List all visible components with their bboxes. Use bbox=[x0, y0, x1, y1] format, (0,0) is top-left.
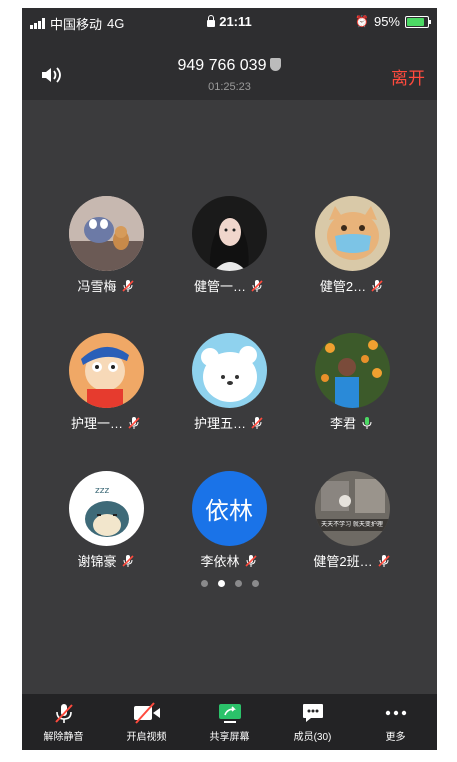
phone-screen: 中国移动 4G 21:11 ⏰ 95% 949 766 039 01:25:23… bbox=[22, 8, 437, 750]
page-dot[interactable] bbox=[200, 580, 208, 587]
members-chat-icon bbox=[302, 704, 323, 722]
muted-mic-icon bbox=[251, 279, 263, 292]
participant-tile[interactable]: 护理一… bbox=[46, 333, 166, 432]
muted-mic-icon bbox=[54, 704, 73, 723]
clock: 21:11 bbox=[219, 14, 252, 29]
mic-active-icon bbox=[362, 416, 372, 429]
participant-name: 护理五… bbox=[193, 416, 246, 431]
muted-mic-icon bbox=[251, 416, 263, 429]
avatar-initials: 依林 bbox=[205, 498, 253, 525]
toolbar-label: 更多 bbox=[385, 732, 406, 743]
muted-mic-icon bbox=[371, 279, 383, 292]
muted-mic-icon bbox=[121, 554, 134, 567]
page-dot[interactable] bbox=[251, 580, 259, 587]
participant-grid: 冯雪梅 健管一… 健管2… 护理一… 护理五… 李君 zzz 谢锦豪 依林 李依… bbox=[22, 100, 437, 700]
avatar: zzz bbox=[68, 471, 144, 546]
participant-name: 谢锦豪 bbox=[77, 554, 117, 569]
meeting-header: 949 766 039 01:25:23 离开 bbox=[22, 36, 437, 100]
toolbar-label: 共享屏幕 bbox=[209, 732, 250, 743]
participant-name: 冯雪梅 bbox=[77, 279, 117, 294]
participant-tile[interactable]: 李君 bbox=[292, 333, 412, 432]
avatar bbox=[68, 196, 144, 271]
avatar: 依林 bbox=[191, 471, 267, 546]
avatar bbox=[191, 333, 267, 408]
svg-text:zzz: zzz bbox=[95, 486, 109, 496]
muted-mic-icon bbox=[121, 279, 134, 292]
participant-name: 李依林 bbox=[200, 554, 240, 569]
start-video-button[interactable]: 开启视频 bbox=[105, 694, 188, 750]
lock-icon bbox=[207, 15, 216, 27]
participant-tile[interactable]: 依林 李依林 bbox=[169, 471, 289, 570]
avatar-caption: 天天不学习 就天变护理 bbox=[321, 522, 383, 528]
participant-name: 健管2… bbox=[319, 279, 367, 294]
members-button[interactable]: 成员(30) bbox=[271, 694, 354, 750]
share-screen-button[interactable]: 共享屏幕 bbox=[188, 694, 271, 750]
participant-tile[interactable]: 天天不学习 就天变护理 健管2班… bbox=[292, 471, 412, 570]
page-indicator[interactable] bbox=[22, 580, 437, 587]
toolbar-label: 成员(30) bbox=[293, 732, 332, 743]
toolbar-label: 开启视频 bbox=[126, 732, 167, 743]
participant-tile[interactable]: 健管2… bbox=[292, 196, 412, 295]
alarm-icon: ⏰ bbox=[355, 16, 369, 28]
muted-mic-icon bbox=[378, 554, 390, 567]
battery-icon bbox=[405, 15, 431, 28]
meeting-id: 949 766 039 bbox=[177, 57, 267, 74]
participant-tile[interactable]: 健管一… bbox=[169, 196, 289, 295]
muted-mic-icon bbox=[244, 554, 257, 567]
toolbar-label: 解除静音 bbox=[43, 732, 84, 743]
leave-button[interactable]: 离开 bbox=[391, 64, 425, 89]
avatar bbox=[314, 196, 390, 271]
more-button[interactable]: 更多 bbox=[354, 694, 437, 750]
page-dot-active[interactable] bbox=[217, 580, 225, 587]
participant-name: 健管一… bbox=[193, 279, 246, 294]
avatar bbox=[68, 333, 144, 408]
participant-name: 李君 bbox=[329, 416, 356, 431]
participant-tile[interactable]: zzz 谢锦豪 bbox=[46, 471, 166, 570]
muted-mic-icon bbox=[128, 416, 140, 429]
meeting-toolbar: 解除静音 开启视频 共享屏幕 成员(30) 更多 bbox=[22, 694, 437, 750]
participant-tile[interactable]: 冯雪梅 bbox=[46, 196, 166, 295]
video-off-icon bbox=[133, 702, 160, 724]
share-screen-icon bbox=[218, 704, 241, 723]
shield-icon bbox=[270, 58, 282, 71]
unmute-button[interactable]: 解除静音 bbox=[22, 694, 105, 750]
avatar: 天天不学习 就天变护理 bbox=[314, 471, 390, 546]
participant-tile[interactable]: 护理五… bbox=[169, 333, 289, 432]
avatar bbox=[191, 196, 267, 271]
status-bar: 中国移动 4G 21:11 ⏰ 95% bbox=[22, 8, 437, 36]
meeting-duration: 01:25:23 bbox=[208, 81, 251, 93]
participant-name: 护理一… bbox=[70, 416, 123, 431]
participant-name: 健管2班… bbox=[313, 554, 373, 569]
page-dot[interactable] bbox=[234, 580, 242, 587]
avatar bbox=[314, 333, 390, 408]
battery-percent: 95% bbox=[373, 14, 400, 29]
more-icon bbox=[385, 710, 406, 716]
meeting-title[interactable]: 949 766 039 bbox=[22, 57, 437, 75]
